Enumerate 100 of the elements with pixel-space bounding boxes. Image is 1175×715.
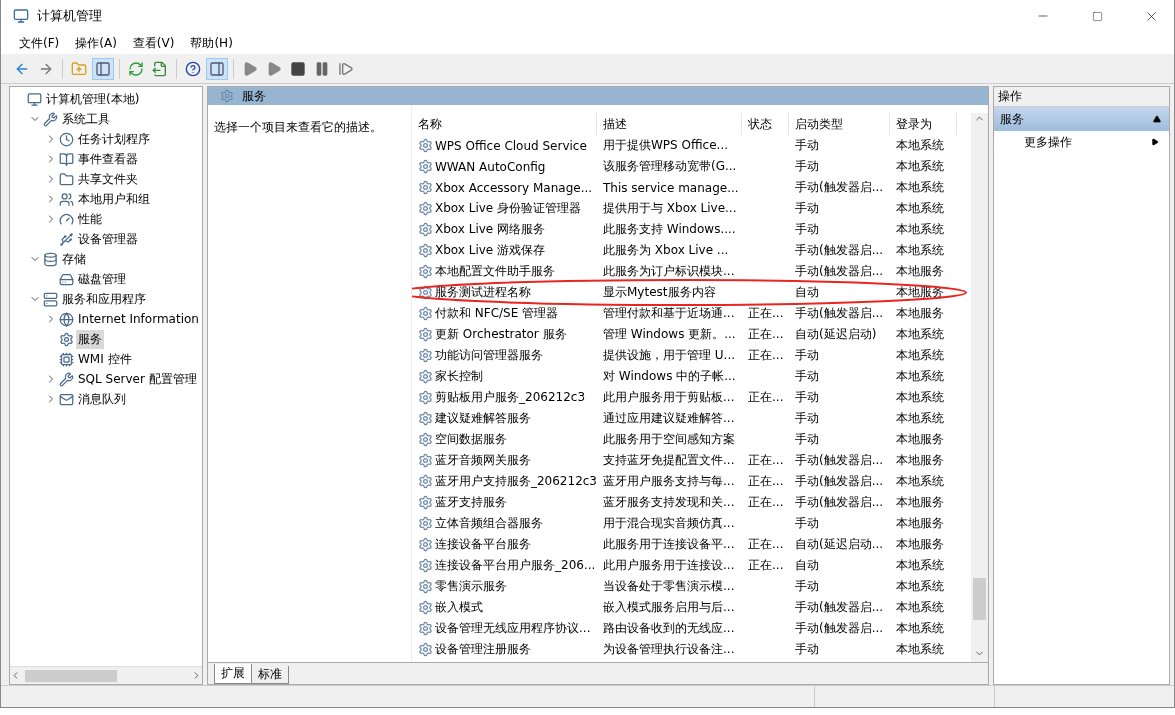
logon-cell-text: 本地服务 [895,515,945,532]
description-cell-text: 用于提供WPS Office... [602,137,729,154]
service-name-cell[interactable]: 连接设备平台服务 [412,534,597,555]
gear-icon [418,453,433,468]
service-name-cell[interactable]: WWAN AutoConfig [412,156,597,177]
startup-type-cell-text: 自动 [794,284,820,301]
startup-type-cell-text: 手动(触发器启... [794,473,885,490]
menu-item[interactable]: 帮助(H) [182,34,241,52]
description-cell-text: 此服务用于空间感知方案 [602,431,736,448]
logon-cell-text: 本地服务 [895,263,945,280]
logon-cell-text: 本地系统 [895,368,945,385]
startup-type-cell-text: 手动 [794,368,820,385]
view-tab[interactable]: 标准 [251,666,289,684]
service-name-cell[interactable]: 本地配置文件助手服务 [412,261,597,282]
service-name-cell[interactable]: 付款和 NFC/SE 管理器 [412,303,597,324]
startup-type-cell-text: 自动(延迟启动) [794,326,878,343]
gear-icon [418,600,433,615]
service-name-cell[interactable]: 剪贴板用户服务_206212c3 [412,387,597,408]
collapse-triangle-icon[interactable] [1153,115,1161,123]
window-title: 计算机管理 [37,7,103,25]
tree-item[interactable]: 计算机管理(本地) [44,89,142,109]
service-name-cell[interactable]: 嵌入模式 [412,597,597,618]
tree-item[interactable]: 服务 [76,329,104,349]
gear-icon [418,306,433,321]
gear-icon [418,558,433,573]
service-name-cell[interactable]: 服务测试进程名称 [412,282,597,303]
gear-icon [220,89,234,103]
description-cell-text: 提供用于与 Xbox Live... [602,200,738,217]
show-action-pane-button[interactable] [206,57,228,80]
service-name-cell[interactable]: 家长控制 [412,366,597,387]
action-item[interactable]: 更多操作 [994,131,1169,153]
stop-icon [290,60,306,77]
actions-section[interactable]: 服务 [994,107,1169,131]
tree-item[interactable]: 本地用户和组 [76,189,152,209]
logon-cell-text: 本地系统 [895,620,945,637]
startup-type-cell-text: 手动(触发器启... [794,305,885,322]
tree-item[interactable]: 消息队列 [76,389,128,409]
startup-type-cell-text: 手动(触发器启... [794,599,885,616]
description-cell-text: 通过应用建议疑难解答... [602,410,736,427]
tree-item[interactable]: 任务计划程序 [76,129,152,149]
column-header[interactable]: 状态 [742,113,789,135]
startup-type-cell-text: 手动(触发器启... [794,452,885,469]
logon-cell-text: 本地系统 [895,326,945,343]
scrollbar-thumb[interactable] [973,578,986,620]
gear-icon [418,390,433,405]
service-name-cell[interactable]: 建议疑难解答服务 [412,408,597,429]
startup-type-cell-text: 手动 [794,347,820,364]
service-name-cell[interactable]: 设备管理注册服务 [412,639,597,660]
scrollbar-thumb[interactable] [25,669,117,682]
service-name-cell[interactable]: 立体音频组合器服务 [412,513,597,534]
service-name-cell[interactable]: 功能访问管理器服务 [412,345,597,366]
gear-icon [418,642,433,657]
menu-item[interactable]: 操作(A) [67,34,125,52]
column-header[interactable]: 登录为 [890,113,957,135]
service-name-cell[interactable]: 空间数据服务 [412,429,597,450]
service-name-cell[interactable]: 零售演示服务 [412,576,597,597]
tree-item[interactable]: 事件查看器 [76,149,140,169]
service-name-cell[interactable]: Xbox Live 游戏保存 [412,240,597,261]
tree-item[interactable]: 系统工具 [60,109,112,129]
column-header[interactable]: 名称 [412,113,597,135]
description-cell-text: 路由设备收到的无线应... [602,620,736,637]
status-cell-text: 正在... [747,305,785,322]
tree-item[interactable]: 性能 [76,209,104,229]
resume-icon [338,60,354,77]
status-cell-text: 正在... [747,494,785,511]
gear-icon [418,201,433,216]
show-tree-button[interactable] [92,57,114,80]
tree-item[interactable]: Internet Information [76,311,201,327]
gear-icon [418,243,433,258]
tree-item[interactable]: 存储 [60,249,88,269]
service-name-cell[interactable]: 连接设备平台用户服务_206... [412,555,597,576]
tree-item[interactable]: 共享文件夹 [76,169,140,189]
tree-item[interactable]: WMI 控件 [76,349,134,369]
tree-item[interactable]: 设备管理器 [76,229,140,249]
service-name-cell[interactable]: Xbox Live 网络服务 [412,219,597,240]
view-tab[interactable]: 扩展 [214,664,252,684]
show-action-pane-icon [209,60,225,77]
device-icon [59,231,74,247]
service-name-cell[interactable]: Xbox Live 身份验证管理器 [412,198,597,219]
play-icon [266,60,282,77]
service-name-cell[interactable]: 蓝牙用户支持服务_206212c3 [412,471,597,492]
menu-item[interactable]: 文件(F) [11,34,68,52]
service-name-cell[interactable]: 设备管理无线应用程序协议... [412,618,597,639]
service-name-cell[interactable]: Xbox Accessory Manage... [412,177,597,198]
service-name-cell[interactable]: 蓝牙支持服务 [412,492,597,513]
gear-icon [418,495,433,510]
menu-item[interactable]: 查看(V) [124,34,183,52]
service-name-cell[interactable]: WPS Office Cloud Service [412,135,597,156]
tree-item[interactable]: SQL Server 配置管理 [76,369,199,389]
column-header[interactable]: 启动类型 [789,113,890,135]
description-cell-text: 对 Windows 中的子帐... [602,368,737,385]
column-header[interactable]: 描述 [597,113,742,135]
tree-item[interactable]: 磁盘管理 [76,269,128,289]
description-cell-text: 此服务支持 Windows.... [602,221,737,238]
status-cell-text: 正在... [747,452,785,469]
startup-type-cell-text: 手动 [794,515,820,532]
logon-cell-text: 本地服务 [895,494,945,511]
tree-item[interactable]: 服务和应用程序 [60,289,148,309]
service-name-cell[interactable]: 蓝牙音频网关服务 [412,450,597,471]
service-name-cell[interactable]: 更新 Orchestrator 服务 [412,324,597,345]
